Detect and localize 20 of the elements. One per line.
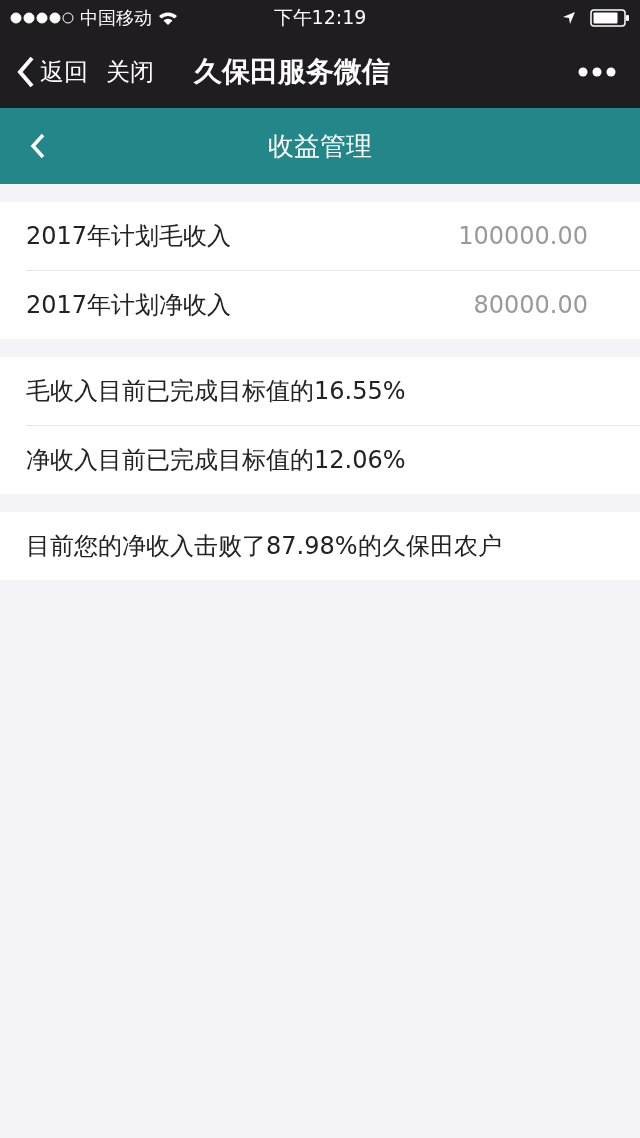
row-label: 目前您的净收入击败了87.98%的久保田农户	[26, 531, 502, 562]
window-title: 久保田服务微信	[194, 54, 390, 90]
row-value: 100000.00	[458, 222, 588, 250]
page-title: 收益管理	[268, 129, 372, 163]
wifi-icon	[158, 10, 178, 26]
close-button[interactable]: 关闭	[106, 56, 154, 88]
row-label: 2017年计划净收入	[26, 290, 232, 321]
back-button[interactable]: 返回	[16, 55, 88, 89]
signal-icon	[10, 12, 74, 24]
location-icon	[562, 11, 576, 25]
row-label: 毛收入目前已完成目标值的16.55%	[26, 376, 406, 407]
carrier-name: 中国移动	[80, 6, 152, 30]
more-icon[interactable]	[578, 67, 616, 77]
status-time: 下午12:19	[273, 5, 367, 30]
row-value: 80000.00	[473, 291, 588, 319]
back-icon	[16, 55, 36, 89]
row-label: 净收入目前已完成目标值的12.06%	[26, 445, 406, 476]
row-label: 2017年计划毛收入	[26, 221, 232, 252]
battery-icon	[590, 9, 630, 27]
back-icon[interactable]	[30, 133, 46, 159]
